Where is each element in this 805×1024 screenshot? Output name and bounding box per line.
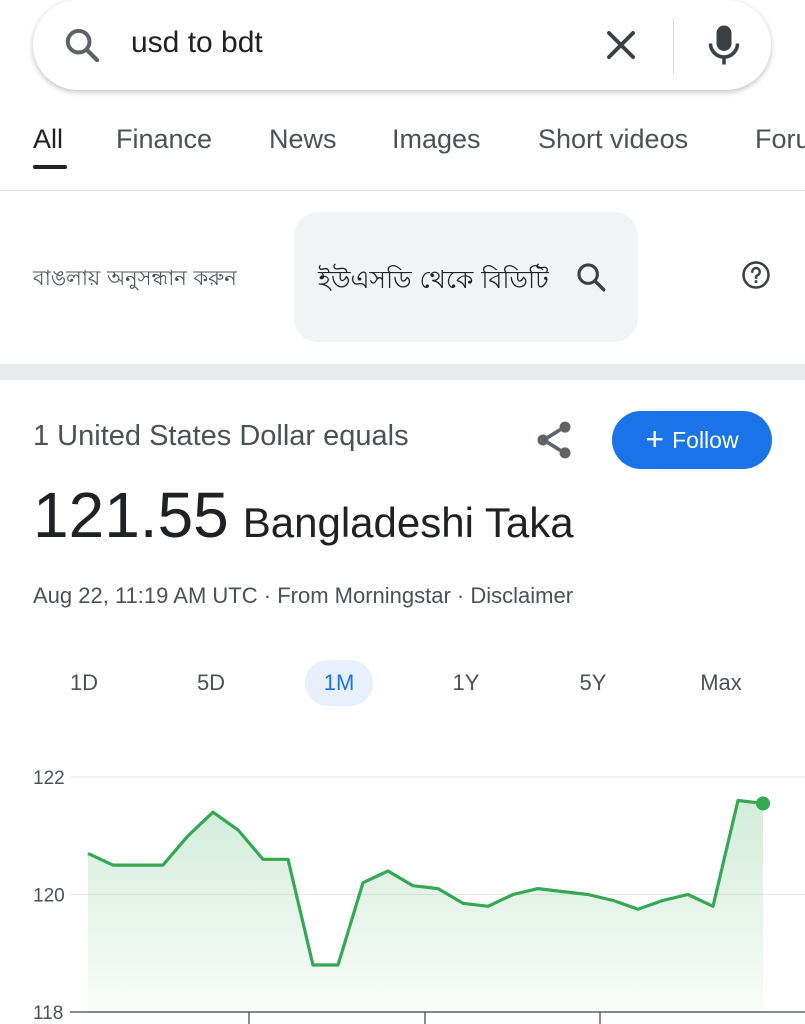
tab-short-videos[interactable]: Short videos (538, 124, 688, 155)
range-1d[interactable]: 1D (50, 660, 118, 706)
active-tab-indicator (33, 165, 67, 169)
exchange-rate: 121.55 Bangladeshi Taka (33, 478, 574, 552)
bengali-search-label: বাঙলায় অনুসন্ধান করুন (33, 266, 237, 290)
range-1m[interactable]: 1M (305, 660, 373, 706)
search-tabs: All Finance News Images Short videos For… (0, 110, 805, 191)
conversion-label: 1 United States Dollar equals (33, 420, 409, 452)
tab-forums[interactable]: Foru (755, 124, 805, 155)
tab-finance[interactable]: Finance (116, 124, 212, 155)
separator-dot: · (263, 583, 272, 608)
search-icon[interactable] (62, 25, 102, 65)
range-5y[interactable]: 5Y (559, 660, 627, 706)
close-icon[interactable] (603, 27, 639, 63)
tab-images[interactable]: Images (392, 124, 481, 155)
divider (673, 18, 674, 74)
range-1y[interactable]: 1Y (432, 660, 500, 706)
chart-area (88, 800, 763, 1012)
tab-all[interactable]: All (33, 124, 63, 155)
bengali-query: ইউএসডি থেকে বিডিটি (318, 265, 549, 294)
current-value-marker (756, 796, 770, 811)
rate-metadata: Aug 22, 11:19 AM UTC · From Morningstar … (33, 583, 573, 609)
exchange-rate-chart[interactable]: 122 120 118 (0, 750, 805, 1024)
y-tick-label: 120 (33, 886, 65, 907)
separator-dot: · (456, 583, 465, 608)
source-label: From Morningstar (277, 583, 451, 608)
rate-value: 121.55 (33, 479, 229, 551)
search-bar[interactable]: usd to bdt (33, 0, 771, 90)
rate-currency: Bangladeshi Taka (242, 499, 574, 546)
plus-icon: + (645, 420, 665, 457)
bengali-search-chip[interactable]: ইউএসডি থেকে বিডিটি (294, 212, 638, 342)
microphone-icon[interactable] (706, 22, 742, 68)
y-tick-label: 118 (33, 1003, 63, 1024)
y-tick-label: 122 (33, 768, 65, 789)
search-icon (577, 263, 606, 292)
share-icon[interactable] (532, 418, 576, 462)
follow-label: Follow (672, 426, 739, 453)
disclaimer-link[interactable]: Disclaimer (470, 583, 573, 608)
section-separator (0, 364, 805, 380)
help-icon[interactable] (741, 260, 771, 290)
search-input[interactable]: usd to bdt (131, 26, 263, 60)
tab-news[interactable]: News (269, 124, 337, 155)
range-5d[interactable]: 5D (177, 660, 245, 706)
follow-button[interactable]: + Follow (612, 411, 772, 469)
range-max[interactable]: Max (687, 660, 755, 706)
timestamp: Aug 22, 11:19 AM UTC (33, 583, 258, 608)
